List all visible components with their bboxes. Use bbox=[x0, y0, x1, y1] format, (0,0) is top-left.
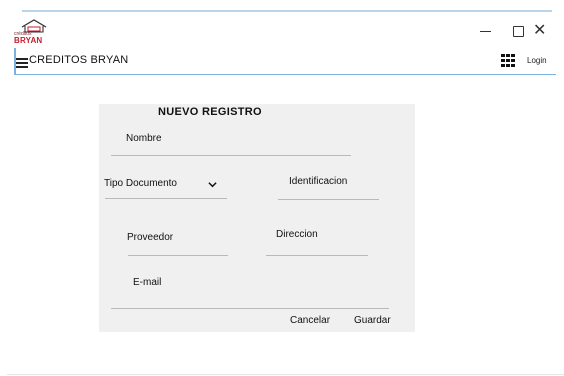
cancel-button[interactable]: Cancelar bbox=[290, 314, 330, 327]
logo-brand-name: BRYAN bbox=[14, 36, 43, 45]
direccion-underline bbox=[266, 255, 368, 256]
email-underline bbox=[111, 308, 389, 309]
chevron-down-icon bbox=[208, 182, 217, 188]
maximize-icon[interactable] bbox=[511, 22, 525, 40]
new-record-form: NUEVO REGISTRO Nombre Tipo Documento Ide… bbox=[99, 104, 415, 332]
apps-grid-icon[interactable] bbox=[501, 54, 515, 67]
identificacion-underline bbox=[278, 199, 379, 200]
identificacion-field[interactable]: Identificacion bbox=[289, 175, 347, 188]
nombre-field[interactable]: Nombre bbox=[126, 132, 162, 145]
close-icon[interactable]: ✕ bbox=[533, 22, 549, 40]
window-bottom-border bbox=[7, 374, 564, 375]
hamburger-menu-icon[interactable] bbox=[16, 57, 28, 68]
tipo-documento-select[interactable]: Tipo Documento bbox=[104, 177, 228, 192]
minimize-icon[interactable] bbox=[479, 22, 493, 40]
save-button[interactable]: Guardar bbox=[354, 314, 391, 327]
login-link[interactable]: Login bbox=[527, 55, 547, 67]
proveedor-underline bbox=[128, 255, 228, 256]
brand-logo: créditos BRYAN bbox=[14, 18, 54, 48]
tipo-documento-value: Tipo Documento bbox=[104, 178, 177, 189]
proveedor-field[interactable]: Proveedor bbox=[127, 231, 173, 244]
window-top-accent bbox=[22, 10, 552, 12]
email-field[interactable]: E-mail bbox=[133, 276, 161, 289]
app-title: CREDITOS BRYAN bbox=[29, 54, 129, 66]
form-title: NUEVO REGISTRO bbox=[158, 106, 262, 118]
nombre-underline bbox=[111, 155, 351, 156]
tipo-documento-underline bbox=[105, 198, 227, 199]
direccion-field[interactable]: Direccion bbox=[276, 228, 318, 241]
